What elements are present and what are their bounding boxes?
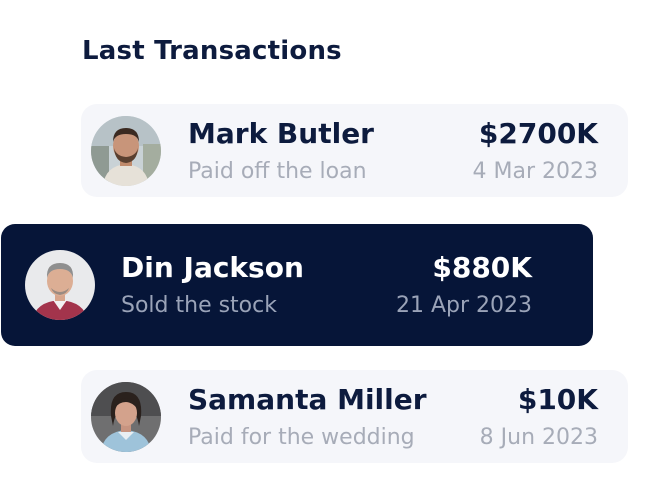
transaction-name: Samanta Miller — [188, 383, 427, 416]
transaction-amount: $10K — [517, 383, 598, 416]
section-title: Last Transactions — [82, 36, 342, 66]
transaction-name: Mark Butler — [188, 117, 374, 150]
transaction-description: Sold the stock — [121, 293, 277, 318]
transaction-date: 8 Jun 2023 — [479, 425, 598, 450]
transaction-amount: $2700K — [478, 117, 598, 150]
avatar-man-gray-hair-icon — [25, 250, 95, 320]
transaction-item[interactable]: Mark Butler Paid off the loan $2700K 4 M… — [81, 104, 628, 197]
transaction-date: 21 Apr 2023 — [395, 293, 532, 318]
transaction-description: Paid off the loan — [188, 159, 367, 184]
avatar-man-beard-icon — [91, 116, 161, 186]
transaction-date: 4 Mar 2023 — [472, 159, 598, 184]
transaction-item[interactable]: Samanta Miller Paid for the wedding $10K… — [81, 370, 628, 463]
transaction-amount: $880K — [432, 251, 532, 284]
transaction-description: Paid for the wedding — [188, 425, 415, 450]
transaction-item-selected[interactable]: Din Jackson Sold the stock $880K 21 Apr … — [1, 224, 593, 346]
transaction-name: Din Jackson — [121, 251, 304, 284]
avatar-woman-icon — [91, 382, 161, 452]
